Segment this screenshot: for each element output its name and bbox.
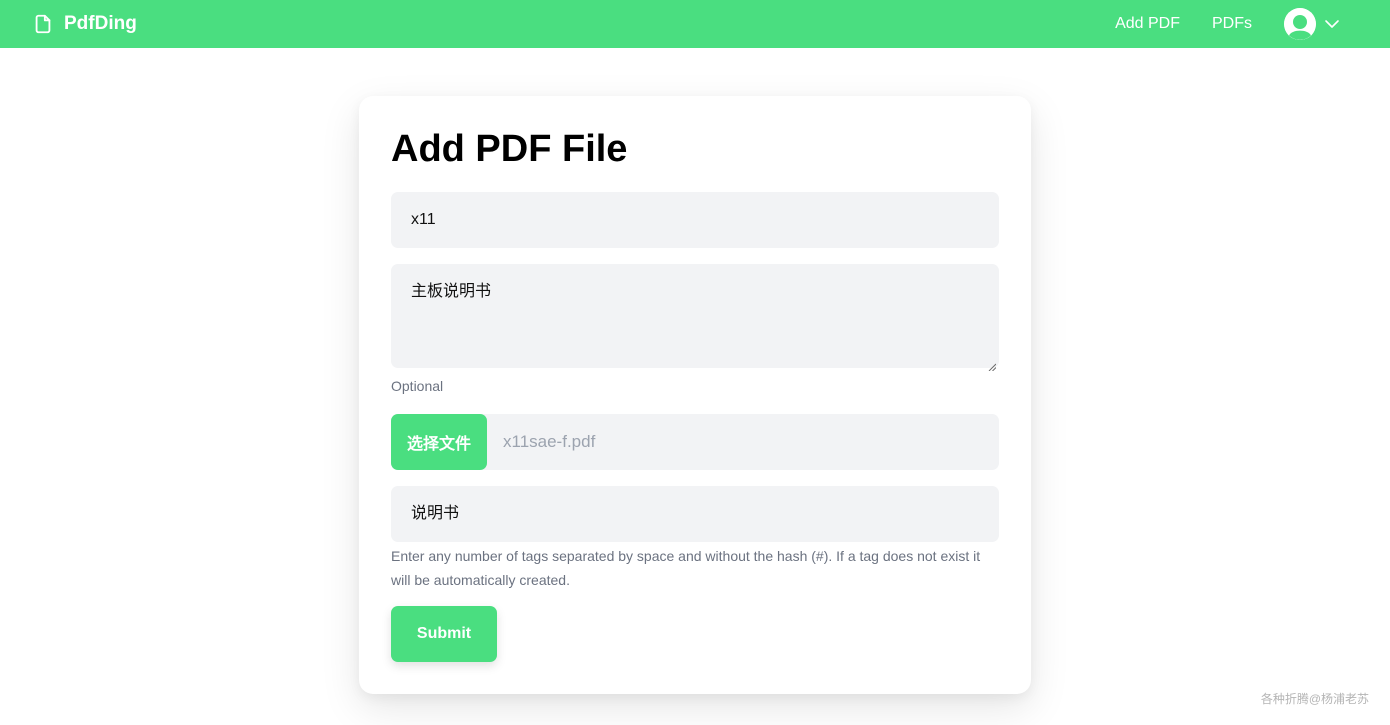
name-input[interactable]: x11 [391, 192, 999, 248]
chevron-down-icon [1324, 16, 1340, 32]
top-navbar: PdfDing Add PDF PDFs [0, 0, 1390, 48]
document-icon [32, 13, 54, 35]
tags-hint: Enter any number of tags separated by sp… [391, 548, 981, 588]
brand-name: PdfDing [64, 13, 137, 34]
page-title: Add PDF File [391, 128, 628, 170]
nav-pdfs-link[interactable]: PDFs [1212, 15, 1252, 33]
add-pdf-form-card: Add PDF File x11 主板说明书 Optional 选择文件 x11… [359, 96, 1031, 694]
description-hint: Optional [391, 378, 444, 394]
resize-handle-icon[interactable] [988, 357, 997, 372]
nav-add-pdf-link[interactable]: Add PDF [1115, 15, 1180, 33]
watermark-text: 各种折腾@杨浦老苏 [1260, 692, 1369, 706]
user-menu-button[interactable] [1284, 8, 1340, 40]
tags-input[interactable]: 说明书 [391, 486, 999, 542]
description-text: 主板说明书 [411, 283, 492, 300]
selected-file-name: x11sae-f.pdf [503, 432, 596, 451]
file-input[interactable]: 选择文件 x11sae-f.pdf [391, 414, 999, 470]
brand-logo-link[interactable]: PdfDing [32, 13, 137, 35]
nav-links: Add PDF PDFs [1115, 8, 1340, 40]
user-avatar-icon [1284, 8, 1316, 40]
description-textarea[interactable]: 主板说明书 [391, 264, 999, 372]
choose-file-button[interactable]: 选择文件 [391, 414, 487, 470]
submit-button[interactable]: Submit [391, 606, 497, 662]
